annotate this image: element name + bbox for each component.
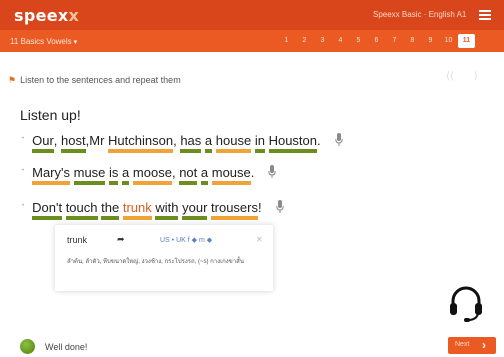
punctuation: . — [317, 133, 321, 148]
punctuation: , — [173, 133, 177, 148]
sentence-word[interactable]: Mary's — [32, 165, 70, 185]
page-tab-10[interactable]: 10 — [440, 34, 457, 48]
hamburger-icon[interactable] — [479, 10, 491, 20]
sentence-2: • Mary's muse is a moose, not a mouse. — [22, 165, 277, 185]
punctuation: . — [250, 165, 255, 180]
sentence-word[interactable]: Our — [32, 133, 54, 153]
sentence-word[interactable]: moose — [132, 165, 172, 185]
speexx-logo: speexx — [14, 6, 80, 25]
previous-icon[interactable]: ⟨⟨ — [446, 71, 454, 82]
share-icon[interactable]: ➦ — [117, 234, 125, 245]
sentence-word[interactable]: your — [182, 200, 208, 220]
close-icon[interactable]: ✕ — [256, 235, 263, 244]
sentence-word[interactable]: trunk — [122, 200, 152, 220]
page-tab-11[interactable]: 11 — [458, 34, 475, 48]
next-button-label: Next — [455, 341, 470, 348]
sentence-word[interactable]: mouse — [211, 165, 251, 185]
sentence-word[interactable]: Don't — [32, 200, 62, 220]
sentence-word[interactable]: trousers — [211, 200, 258, 220]
next-button[interactable]: Next › — [448, 337, 496, 354]
sentence-word[interactable]: with — [155, 200, 179, 220]
sentence-word[interactable]: is — [109, 165, 119, 185]
course-title: Speexx Basic · English A1 — [373, 10, 467, 19]
punctuation: Mr — [89, 133, 105, 148]
sentence-word[interactable]: host — [61, 133, 86, 153]
feedback-text: Well done! — [45, 342, 88, 352]
sentence-word[interactable]: a — [204, 133, 213, 153]
page-tab-1[interactable]: 1 — [278, 34, 295, 48]
bullet-icon: • — [22, 168, 25, 174]
sentence-word[interactable]: a — [200, 165, 209, 185]
page-tab-2[interactable]: 2 — [296, 34, 313, 48]
sentence-word[interactable]: Hutchinson — [108, 133, 174, 153]
chevron-down-icon: ▾ — [73, 39, 78, 46]
unit-bar: 11 Basics Vowels ▾ 1 2 3 4 5 6 7 8 9 10 11 — [0, 30, 504, 52]
sentence-word[interactable]: not — [179, 165, 198, 185]
pronunciation-options[interactable]: US • UK f ◆ m ◆ — [160, 236, 212, 244]
flag-icon: ⚑ — [8, 75, 17, 85]
popup-definition: ลำต้น, ลำตัว, หีบขนาดใหญ่, งวงช้าง, กระโ… — [67, 259, 244, 265]
page-tab-7[interactable]: 7 — [386, 34, 403, 48]
punctuation: , — [53, 133, 58, 148]
microphone-icon[interactable] — [268, 165, 277, 178]
sentence-word[interactable]: house — [215, 133, 252, 153]
unit-dropdown[interactable]: 11 Basics Vowels ▾ — [10, 37, 77, 46]
chevron-right-icon: › — [482, 338, 486, 352]
sentence-word[interactable]: muse — [73, 165, 105, 185]
page-tab-8[interactable]: 8 — [404, 34, 421, 48]
bullet-icon: • — [22, 136, 25, 142]
page-tab-5[interactable]: 5 — [350, 34, 367, 48]
word-popup: trunk ➦ US • UK f ◆ m ◆ ✕ ลำต้น, ลำตัว, … — [55, 225, 273, 291]
top-bar: speexx Speexx Basic · English A1 — [0, 0, 504, 30]
microphone-icon[interactable] — [275, 200, 284, 213]
sentence-word[interactable]: Houston — [268, 133, 318, 153]
page-pagination: 1 2 3 4 5 6 7 8 9 10 11 — [278, 34, 476, 48]
exercise-instruction: ⚑ Listen to the sentences and repeat them — [8, 75, 181, 85]
popup-word: trunk — [67, 235, 88, 245]
bullet-icon: • — [22, 203, 25, 209]
sentence-word[interactable]: a — [122, 165, 130, 185]
sentence-3: • Don't touch the trunk with your trouser… — [22, 200, 284, 220]
microphone-icon[interactable] — [334, 133, 343, 146]
feedback-avatar — [20, 339, 35, 354]
next-icon[interactable]: ⟩ — [474, 71, 478, 82]
page-tab-6[interactable]: 6 — [368, 34, 385, 48]
sentence-word[interactable]: touch — [65, 200, 98, 220]
exercise-nav: ⟨⟨ ⟩ — [446, 71, 498, 82]
page-tab-9[interactable]: 9 — [422, 34, 439, 48]
sentence-1: • Our, host,Mr Hutchinson, has a house in… — [22, 133, 343, 153]
page-tab-4[interactable]: 4 — [332, 34, 349, 48]
headset-icon[interactable] — [446, 283, 486, 323]
sentence-word[interactable]: has — [180, 133, 201, 153]
punctuation: , — [171, 165, 176, 180]
punctuation: ! — [258, 200, 262, 215]
sentence-word[interactable]: in — [254, 133, 266, 153]
page-tab-3[interactable]: 3 — [314, 34, 331, 48]
sentence-word[interactable]: the — [101, 200, 120, 220]
exercise-heading: Listen up! — [20, 107, 81, 123]
